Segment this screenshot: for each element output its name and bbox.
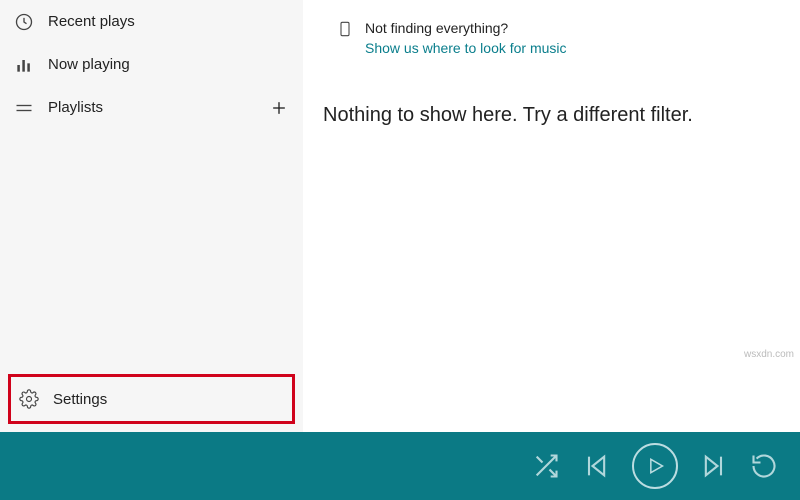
content-pane: Not finding everything? Show us where to…: [303, 0, 800, 432]
add-playlist-button[interactable]: [269, 98, 289, 118]
sidebar-nav: Recent plays Now playing: [0, 0, 303, 368]
info-link[interactable]: Show us where to look for music: [365, 40, 567, 56]
player-bar: [0, 432, 800, 500]
repeat-button[interactable]: [750, 452, 778, 480]
main-area: Recent plays Now playing: [0, 0, 800, 432]
sidebar-item-recent-plays[interactable]: Recent plays: [0, 0, 303, 43]
info-title: Not finding everything?: [365, 20, 567, 36]
sidebar-item-settings[interactable]: Settings: [11, 377, 292, 421]
sidebar-item-label: Now playing: [48, 56, 130, 73]
empty-state-text: Nothing to show here. Try a different fi…: [323, 104, 782, 127]
playlist-icon: [14, 98, 34, 118]
next-button[interactable]: [700, 452, 728, 480]
sidebar-item-label: Playlists: [48, 99, 103, 116]
info-text: Not finding everything? Show us where to…: [365, 20, 567, 56]
sidebar-item-label: Settings: [53, 391, 107, 408]
settings-highlight: Settings: [8, 374, 295, 424]
app-window: Recent plays Now playing: [0, 0, 800, 500]
watermark-text: wsxdn.com: [744, 349, 794, 360]
play-button[interactable]: [632, 443, 678, 489]
device-icon: [337, 21, 353, 43]
sidebar: Recent plays Now playing: [0, 0, 303, 432]
previous-button[interactable]: [582, 452, 610, 480]
sidebar-item-label: Recent plays: [48, 13, 135, 30]
gear-icon: [19, 389, 39, 409]
sidebar-item-now-playing[interactable]: Now playing: [0, 43, 303, 86]
info-row: Not finding everything? Show us where to…: [337, 20, 782, 56]
clock-icon: [14, 12, 34, 32]
sidebar-item-playlists[interactable]: Playlists: [0, 86, 303, 129]
shuffle-button[interactable]: [532, 452, 560, 480]
bars-icon: [14, 55, 34, 75]
